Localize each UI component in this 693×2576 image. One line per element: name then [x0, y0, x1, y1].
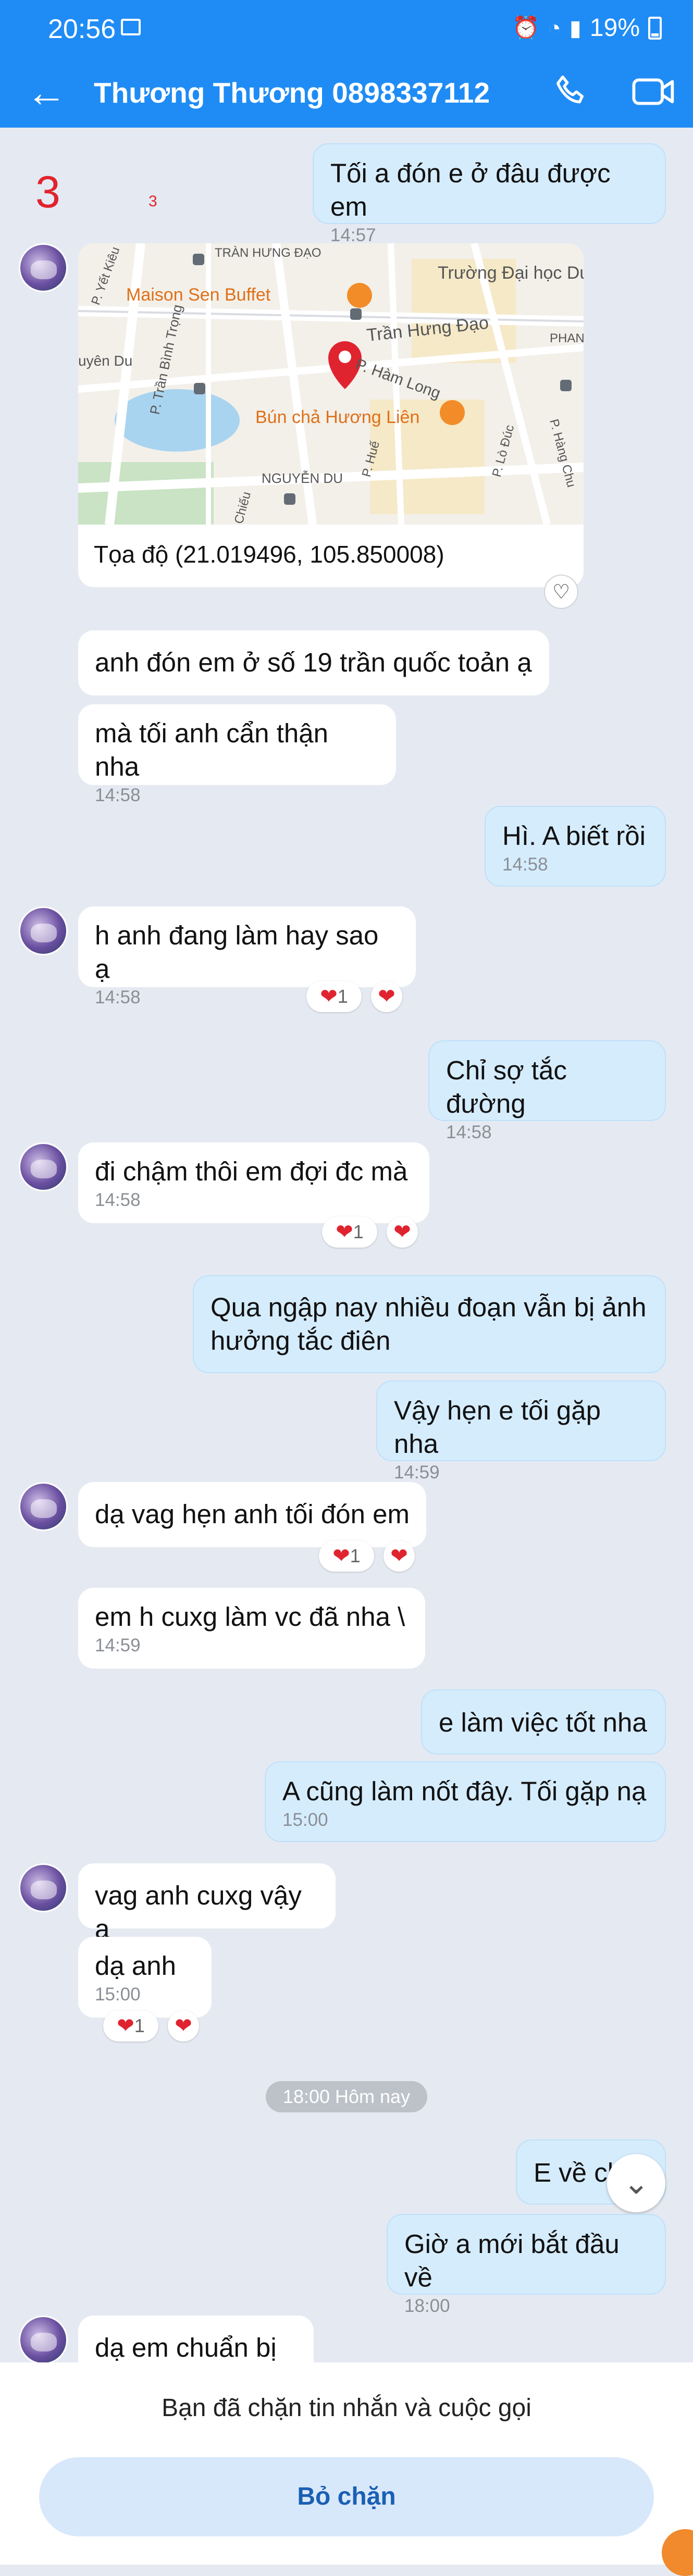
status-icons: ⏰ ◔ ▮ 19% — [512, 14, 662, 42]
message-bubble[interactable]: Hì. A biết rồi 14:58 — [485, 806, 666, 887]
battery-level: 19% — [589, 14, 640, 42]
video-call-icon[interactable] — [630, 71, 677, 113]
message-bubble[interactable]: mà tối anh cẩn thận nha 14:58 — [78, 704, 396, 805]
svg-text:TRÀN HƯNG ĐẠO: TRÀN HƯNG ĐẠO — [215, 246, 321, 260]
contact-title[interactable]: Thương Thương 0898337112 — [94, 76, 490, 109]
svg-text:Bún chả Hương Liên: Bún chả Hương Liên — [255, 407, 419, 427]
svg-text:uyên Du: uyên Du — [78, 353, 132, 369]
svg-text:NGUYỄN DU: NGUYỄN DU — [262, 470, 343, 486]
overlay-number-mark-small: 3 — [148, 193, 157, 210]
heart-icon: ❤ — [175, 2014, 192, 2037]
heart-icon: ❤ — [117, 2014, 134, 2037]
svg-text:Maison Sen Buffet: Maison Sen Buffet — [126, 285, 271, 305]
message-bubble[interactable]: Qua ngập nay nhiều đoạn vẫn bị ảnh hưởng… — [193, 1275, 666, 1373]
blocked-message: Bạn đã chặn tin nhắn và cuộc gọi — [162, 2394, 531, 2422]
avatar[interactable] — [19, 1142, 68, 1191]
message-bubble[interactable]: Giờ a mới bắt đầu về 18:00 — [387, 2214, 666, 2316]
heart-icon[interactable]: ♡ — [544, 575, 578, 609]
reaction-button[interactable]: ❤ — [387, 1216, 418, 1248]
scroll-to-bottom-button[interactable]: ⌄ — [607, 2154, 665, 2212]
alarm-icon: ⏰ — [512, 15, 540, 40]
message-bubble[interactable]: Vậy hẹn e tối gặp nha 14:59 — [376, 1380, 666, 1483]
wifi-icon: ◔ — [548, 15, 561, 40]
blocked-banner: Bạn đã chặn tin nhắn và cuộc gọi Bỏ chặn — [0, 2362, 693, 2565]
svg-text:PHAN TR: PHAN TR — [550, 331, 584, 345]
phone-icon[interactable] — [551, 71, 593, 113]
svg-text:Trường Đại học Dược Hà Nội: Trường Đại học Dược Hà Nội — [438, 263, 584, 283]
back-arrow-icon[interactable]: ← — [26, 69, 67, 116]
chevron-down-icon: ⌄ — [623, 2166, 650, 2200]
message-bubble[interactable]: đi chậm thôi em đợi đc mà 14:58 — [78, 1142, 429, 1223]
location-coordinates: Tọa độ (21.019496, 105.850008) — [94, 541, 444, 568]
message-bubble[interactable]: dạ anh 15:00 — [78, 1937, 212, 2018]
heart-icon: ❤ — [320, 985, 338, 1008]
message-bubble[interactable]: vag anh cuxg vậy ạ — [78, 1863, 336, 1944]
overlay-number-mark: 3 — [35, 167, 60, 217]
heart-icon: ❤ — [336, 1221, 353, 1243]
heart-icon: ❤ — [378, 985, 395, 1008]
message-bubble[interactable]: dạ em chuẩn bị ạ — [78, 2316, 314, 2362]
reaction-count[interactable]: ❤ 1 — [306, 981, 362, 1012]
avatar[interactable] — [19, 243, 68, 292]
heart-icon: ❤ — [390, 1545, 408, 1567]
reaction-count[interactable]: ❤ 1 — [319, 1540, 374, 1572]
message-bubble[interactable]: e làm việc tốt nha — [421, 1689, 666, 1754]
message-bubble[interactable]: A cũng làm nốt đây. Tối gặp nạ 15:00 — [265, 1761, 666, 1842]
location-card[interactable]: TRÀN HƯNG ĐẠO P. Yết Kiêu Maison Sen Buf… — [78, 243, 584, 587]
reaction-button[interactable]: ❤ — [383, 1540, 415, 1572]
reaction-button[interactable]: ❤ — [371, 981, 402, 1012]
message-bubble[interactable]: Tối a đón e ở đâu được em 14:57 — [313, 143, 666, 245]
message-list[interactable]: 3 3 Tối a đón e ở đâu được em 14:57 TRÀN… — [0, 128, 693, 2362]
avatar[interactable] — [19, 1482, 68, 1531]
date-separator: 18:00 Hôm nay — [266, 2081, 427, 2112]
map-preview[interactable]: TRÀN HƯNG ĐẠO P. Yết Kiêu Maison Sen Buf… — [78, 243, 584, 525]
reaction-count[interactable]: ❤ 1 — [322, 1216, 377, 1248]
avatar[interactable] — [19, 2316, 68, 2362]
message-bubble[interactable]: h anh đang làm hay sao ạ 14:58 — [78, 906, 416, 1007]
heart-icon: ❤ — [332, 1545, 350, 1567]
signal-icon: ▮ — [569, 16, 581, 40]
reaction-button[interactable]: ❤ — [168, 2010, 199, 2042]
heart-icon: ❤ — [393, 1221, 411, 1243]
avatar[interactable] — [19, 1863, 68, 1912]
message-bubble[interactable]: Chỉ sợ tắc đường 14:58 — [428, 1040, 666, 1142]
avatar[interactable] — [19, 906, 68, 955]
message-bubble[interactable]: dạ vag hẹn anh tối đón em — [78, 1482, 426, 1547]
reaction-count[interactable]: ❤ 1 — [103, 2010, 158, 2042]
chat-header: ← Thương Thương 0898337112 — [0, 57, 693, 128]
status-bar: 20:56 ⏰ ◔ ▮ 19% — [0, 0, 693, 57]
gallery-notification-icon — [121, 19, 141, 35]
status-time: 20:56 — [48, 14, 116, 44]
unblock-button[interactable]: Bỏ chặn — [39, 2457, 654, 2536]
battery-icon — [648, 16, 662, 40]
message-bubble[interactable]: anh đón em ở số 19 trần quốc toản ạ — [78, 630, 549, 695]
message-bubble[interactable]: em h cuxg làm vc đã nha \ 14:59 — [78, 1588, 425, 1669]
